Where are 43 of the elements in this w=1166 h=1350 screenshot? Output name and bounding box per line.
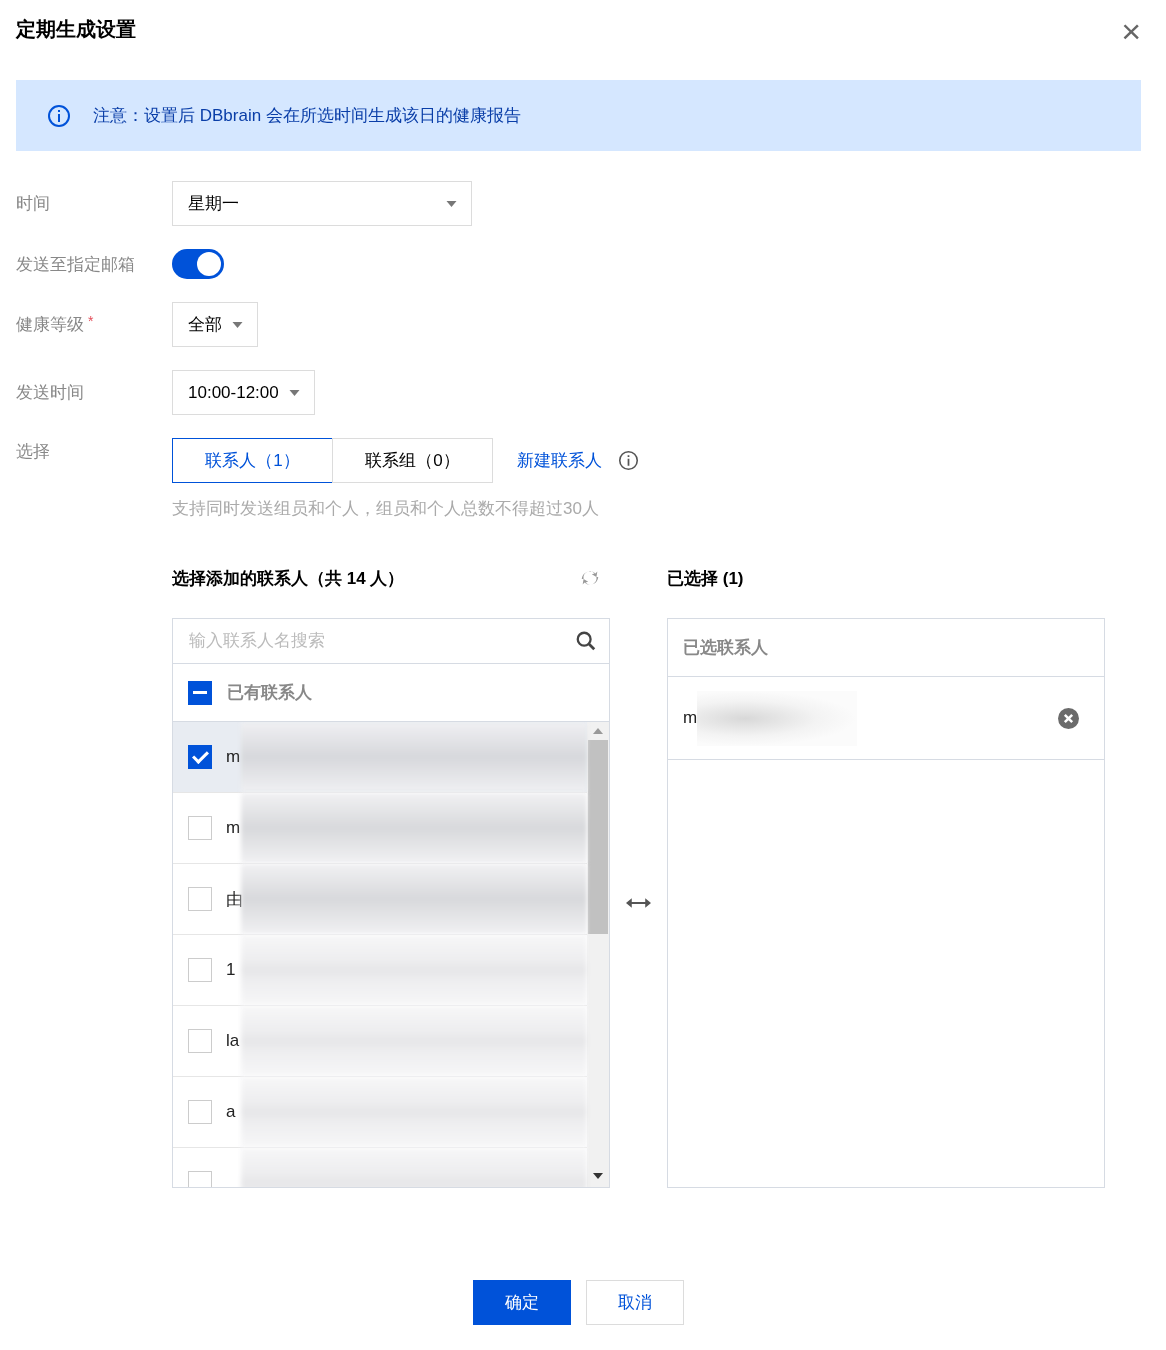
swap-arrows-icon — [626, 897, 651, 909]
dropdown[interactable]: 全部 — [172, 302, 258, 347]
tab[interactable]: 联系组（0） — [332, 438, 493, 483]
tab[interactable]: 联系人（1） — [172, 438, 333, 483]
contact-row[interactable]: la — [173, 1006, 587, 1077]
close-button[interactable]: × — [1121, 14, 1141, 48]
dropdown[interactable]: 10:00-12:00 — [172, 370, 315, 415]
panel-header: 已选联系人 — [683, 637, 768, 659]
field-label: 发送时间 — [16, 382, 84, 404]
field-label: 健康等级 — [16, 314, 84, 336]
group-label: 已有联系人 — [227, 682, 312, 704]
contact-row[interactable]: 由 — [173, 864, 587, 935]
notice-text: 注意：设置后 DBbrain 会在所选时间生成该日的健康报告 — [93, 105, 521, 127]
hint-text: 支持同时发送组员和个人，组员和个人总数不得超过30人 — [172, 498, 600, 520]
field-label: 选择 — [16, 441, 50, 463]
confirm-button[interactable]: 确定 — [473, 1280, 571, 1325]
caret-icon — [288, 389, 300, 396]
contact-row[interactable]: m — [173, 793, 587, 864]
checkbox[interactable] — [188, 745, 212, 769]
new-contact-link[interactable]: 新建联系人 — [517, 449, 602, 472]
contact-row[interactable]: 1 — [173, 935, 587, 1006]
contact-row[interactable]: a — [173, 1077, 587, 1148]
cancel-button[interactable]: 取消 — [586, 1280, 684, 1325]
toggle-switch[interactable] — [172, 249, 224, 279]
dialog-title: 定期生成设置 — [16, 16, 136, 42]
field-label: 时间 — [16, 193, 50, 215]
search-icon — [575, 630, 597, 652]
scroll-up-icon[interactable] — [593, 728, 603, 734]
remove-icon[interactable] — [1058, 707, 1079, 729]
dropdown[interactable]: 星期一 — [172, 181, 472, 226]
caret-icon — [446, 200, 457, 207]
caret-icon — [232, 321, 243, 328]
field-label: 发送至指定邮箱 — [16, 253, 135, 276]
panel-title: 已选择 (1) — [667, 567, 744, 590]
scrollbar[interactable] — [587, 722, 609, 1187]
contact-row[interactable]: m — [173, 722, 587, 793]
panel-title: 选择添加的联系人（共 14 人） — [172, 567, 405, 590]
selected-contact: m — [683, 708, 698, 728]
info-icon — [618, 450, 639, 471]
scroll-down-icon[interactable] — [593, 1173, 603, 1179]
required-mark: * — [88, 313, 94, 331]
checkbox[interactable] — [188, 680, 212, 705]
info-icon — [47, 103, 71, 128]
